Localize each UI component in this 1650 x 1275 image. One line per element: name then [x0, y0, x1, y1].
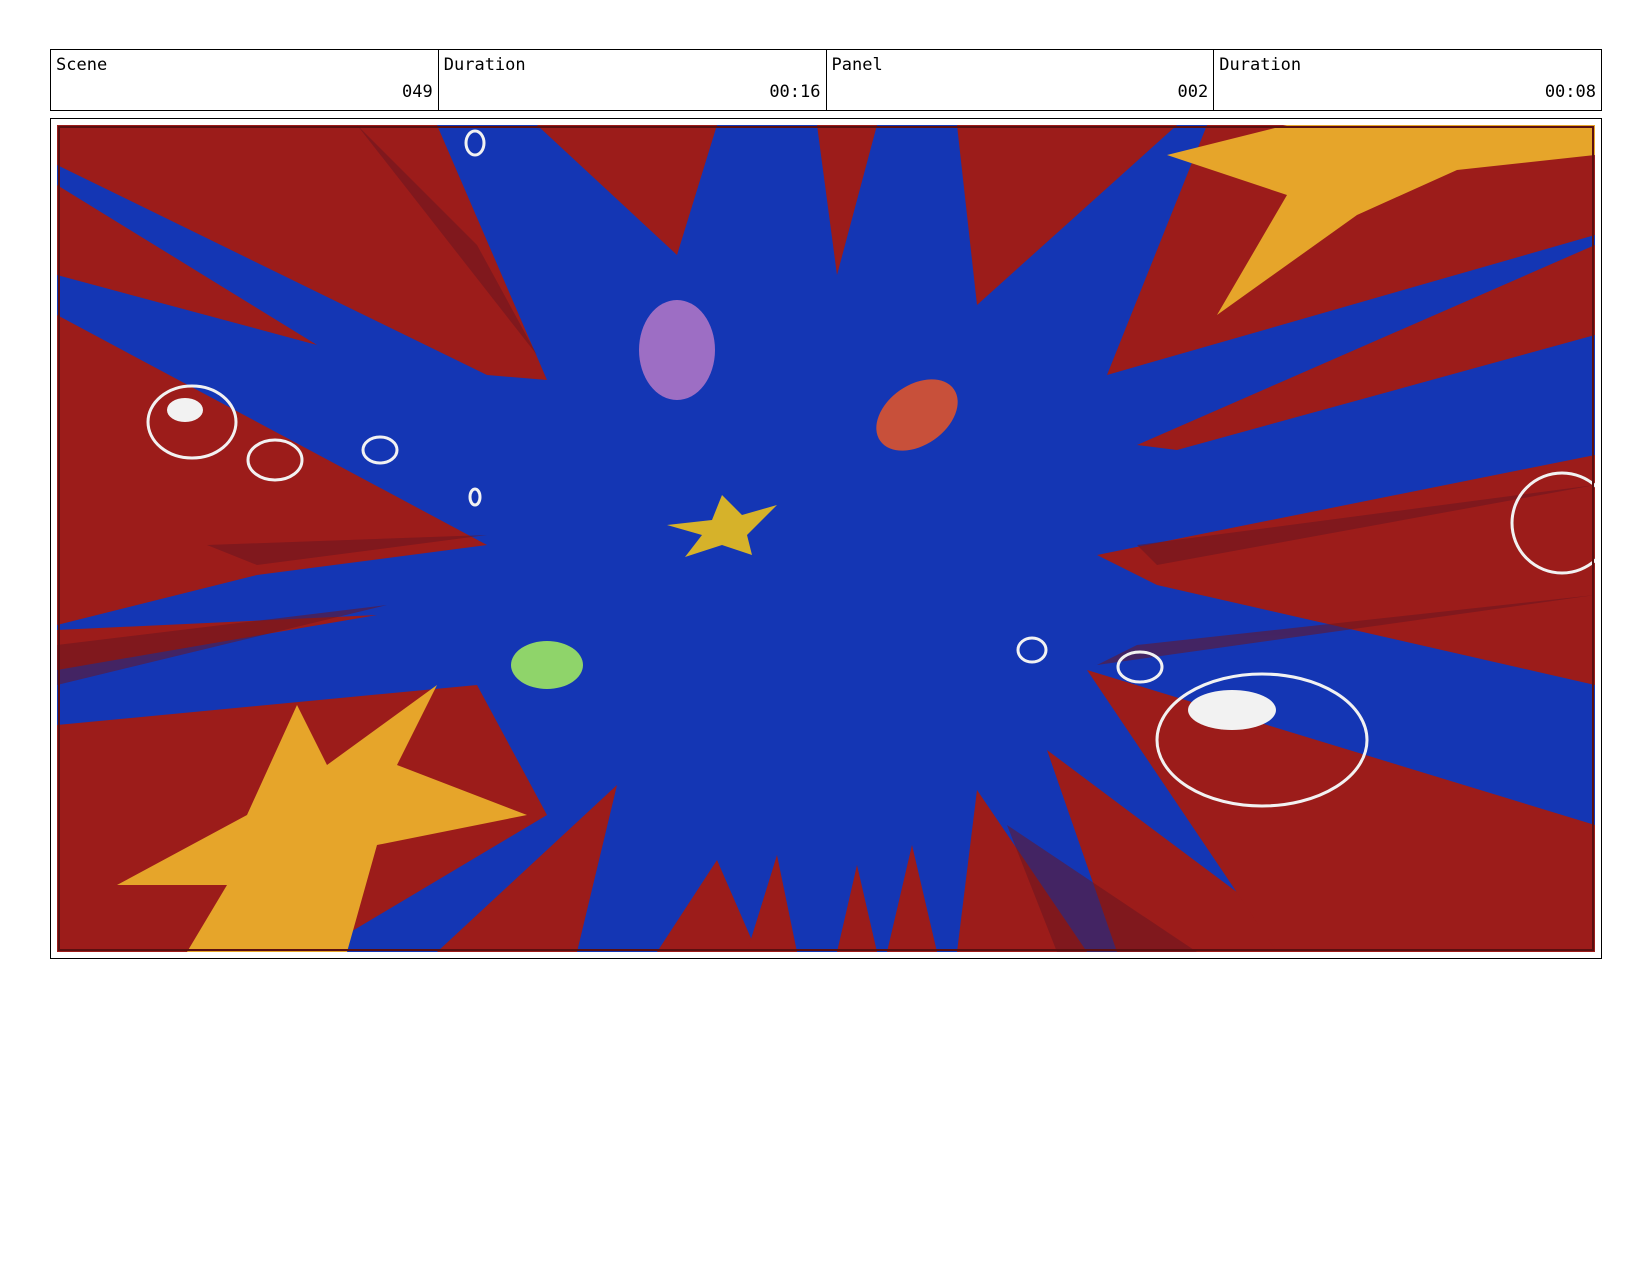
storyboard-page: Scene 049 Duration 00:16 Panel 002 Durat…: [0, 0, 1650, 1275]
scene-number: 049: [402, 82, 433, 102]
panel-cell: Panel 002: [827, 50, 1215, 110]
panel-number: 002: [1177, 82, 1209, 102]
scene-label: Scene: [56, 55, 108, 75]
green-blob: [511, 641, 583, 689]
scene-cell: Scene 049: [51, 50, 439, 110]
panel-duration-cell: Duration 00:08: [1214, 50, 1601, 110]
panel-frame: [50, 118, 1602, 959]
bubble-highlight: [167, 398, 203, 422]
scene-duration-value: 00:16: [769, 82, 821, 102]
scene-duration-cell: Duration 00:16: [439, 50, 827, 110]
bubble-highlight: [1188, 690, 1276, 730]
panel-duration-label: Duration: [1219, 55, 1302, 75]
panel-label: Panel: [831, 55, 883, 75]
panel-duration-value: 00:08: [1544, 82, 1596, 102]
panel-artwork: [57, 125, 1595, 952]
panel-info-header: Scene 049 Duration 00:16 Panel 002 Durat…: [50, 49, 1602, 111]
scene-duration-label: Duration: [443, 55, 526, 75]
purple-shell: [639, 300, 715, 400]
